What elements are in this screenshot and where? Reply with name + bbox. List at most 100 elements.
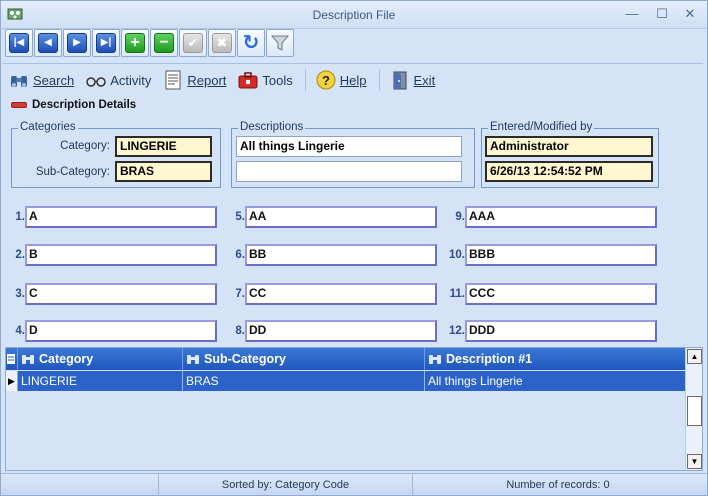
- first-record-icon: |◀: [9, 33, 29, 53]
- save-record-button[interactable]: ✔: [179, 29, 207, 57]
- menu-exit[interactable]: Exit: [390, 70, 436, 90]
- line-number: 11.: [449, 288, 465, 300]
- delete-record-button[interactable]: −: [150, 29, 178, 57]
- maximize-button[interactable]: ☐: [649, 5, 675, 23]
- description-field-7[interactable]: CC: [245, 283, 437, 305]
- binoculars-icon: [187, 355, 199, 364]
- grid-vertical-scrollbar[interactable]: ▲ ▼: [685, 348, 702, 470]
- line-number: 2.: [15, 249, 25, 261]
- section-header[interactable]: Description Details: [11, 99, 136, 111]
- row-selector-header[interactable]: [6, 348, 18, 370]
- description-line-2-field[interactable]: [236, 161, 462, 182]
- column-header-description[interactable]: Description #1: [425, 348, 686, 370]
- menu-help-label: Help: [339, 72, 367, 88]
- menu-search-label: Search: [33, 72, 75, 88]
- line-number: 9.: [455, 211, 465, 223]
- line-number: 10.: [449, 249, 465, 261]
- line-number: 3.: [15, 288, 25, 300]
- description-field-6[interactable]: BB: [245, 244, 437, 266]
- description-field-8[interactable]: DD: [245, 320, 437, 342]
- report-icon: [165, 70, 181, 90]
- menu-report[interactable]: Report: [163, 70, 226, 90]
- subcategory-field[interactable]: BRAS: [115, 161, 212, 182]
- description-field-9[interactable]: AAA: [465, 206, 657, 228]
- last-record-icon: ▶|: [96, 33, 116, 53]
- modified-by-field: Administrator: [485, 136, 653, 157]
- line-number: 6.: [235, 249, 245, 261]
- line-number: 5.: [235, 211, 245, 223]
- description-line-1-field[interactable]: All things Lingerie: [236, 136, 462, 157]
- column-title: Description #1: [446, 352, 533, 366]
- refresh-icon: ↻: [242, 32, 260, 54]
- minimize-button[interactable]: —: [619, 5, 645, 23]
- grid-menu-icon: [7, 354, 15, 364]
- entered-modified-group: Entered/Modified by Administrator 6/26/1…: [481, 121, 659, 188]
- menu-tools[interactable]: Tools: [238, 70, 293, 90]
- close-button[interactable]: ✕: [677, 5, 703, 23]
- cell-description[interactable]: All things Lingerie: [425, 371, 686, 391]
- collapse-icon: [11, 102, 27, 108]
- description-field-1[interactable]: A: [25, 206, 217, 228]
- previous-record-icon: ◀: [38, 33, 58, 53]
- column-title: Category: [39, 352, 94, 366]
- current-row-pointer-icon[interactable]: ▶: [6, 371, 18, 391]
- next-record-icon: ▶: [67, 33, 87, 53]
- column-header-subcategory[interactable]: Sub-Category: [183, 348, 425, 370]
- description-field-3[interactable]: C: [25, 283, 217, 305]
- delete-record-icon: −: [154, 33, 174, 53]
- cancel-edit-button[interactable]: ✖: [208, 29, 236, 57]
- scroll-up-icon[interactable]: ▲: [687, 349, 702, 364]
- column-title: Sub-Category: [204, 352, 286, 366]
- scroll-down-icon[interactable]: ▼: [687, 454, 702, 469]
- last-record-button[interactable]: ▶|: [92, 29, 120, 57]
- first-record-button[interactable]: |◀: [5, 29, 33, 57]
- description-field-2[interactable]: B: [25, 244, 217, 266]
- filter-button[interactable]: [266, 29, 294, 57]
- menu-help[interactable]: ? Help: [316, 70, 367, 90]
- description-field-12[interactable]: DDD: [465, 320, 657, 342]
- description-field-10[interactable]: BBB: [465, 244, 657, 266]
- status-sorted-by: Sorted by: Category Code: [159, 474, 413, 496]
- glasses-icon: [86, 77, 106, 87]
- category-label: Category:: [60, 140, 110, 152]
- descriptions-group-label: Descriptions: [238, 121, 306, 133]
- next-record-button[interactable]: ▶: [63, 29, 91, 57]
- line-number: 8.: [235, 325, 245, 337]
- svg-text:?: ?: [322, 73, 330, 88]
- section-title: Description Details: [32, 99, 137, 111]
- description-field-4[interactable]: D: [25, 320, 217, 342]
- toolbar-divider: [3, 63, 703, 64]
- scroll-thumb[interactable]: [687, 396, 702, 426]
- cancel-x-icon: ✖: [212, 33, 232, 53]
- refresh-button[interactable]: ↻: [237, 29, 265, 57]
- table-row[interactable]: ▶ LINGERIE BRAS All things Lingerie: [6, 371, 686, 391]
- cell-category[interactable]: LINGERIE: [18, 371, 183, 391]
- save-check-icon: ✔: [183, 33, 203, 53]
- records-grid: Category Sub-Category Description #1 ▶ L…: [5, 347, 703, 471]
- exit-door-icon: [393, 71, 407, 90]
- menu-separator: [304, 69, 306, 91]
- window-title: Description File: [312, 8, 396, 22]
- column-header-category[interactable]: Category: [18, 348, 183, 370]
- add-record-icon: +: [125, 33, 145, 53]
- menu-search[interactable]: Search: [9, 70, 74, 90]
- category-field[interactable]: LINGERIE: [115, 136, 212, 157]
- description-field-11[interactable]: CCC: [465, 283, 657, 305]
- menu-report-label: Report: [187, 72, 227, 88]
- line-number: 12.: [449, 325, 465, 337]
- grid-header: Category Sub-Category Description #1: [6, 348, 686, 370]
- menu-exit-label: Exit: [413, 72, 436, 88]
- subcategory-label: Sub-Category:: [35, 166, 110, 178]
- title-bar: Description File — ☐ ✕: [1, 1, 707, 29]
- add-record-button[interactable]: +: [121, 29, 149, 57]
- descriptions-group: Descriptions All things Lingerie: [231, 121, 475, 188]
- entered-group-label: Entered/Modified by: [488, 121, 595, 133]
- menu-activity[interactable]: Activity: [86, 70, 151, 90]
- cell-subcategory[interactable]: BRAS: [183, 371, 425, 391]
- line-number: 7.: [235, 288, 245, 300]
- description-field-5[interactable]: AA: [245, 206, 437, 228]
- binoculars-icon: [429, 355, 441, 364]
- previous-record-button[interactable]: ◀: [34, 29, 62, 57]
- categories-group-label: Categories: [18, 121, 78, 133]
- help-icon: ?: [316, 70, 336, 90]
